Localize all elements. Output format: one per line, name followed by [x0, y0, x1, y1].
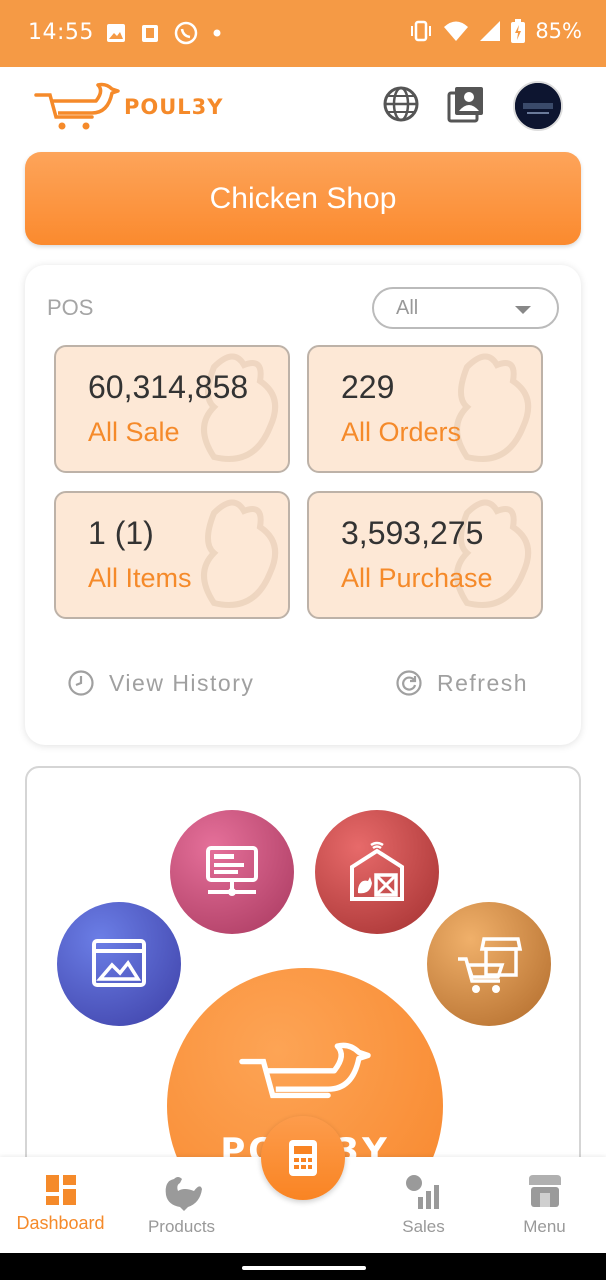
- clipboard-icon: [142, 25, 158, 42]
- pos-filter-value: All: [396, 297, 419, 319]
- stat-card-all-sale[interactable]: 60,314,858 All Sale: [54, 345, 290, 473]
- bird-cart-logo-icon: [34, 82, 120, 130]
- farm-menu-button[interactable]: [315, 810, 439, 934]
- clock-icon: [68, 670, 94, 696]
- stat-value: 1 (1): [88, 515, 154, 551]
- stat-label: All Items: [88, 563, 192, 593]
- view-history-label: View History: [109, 669, 255, 696]
- nav-label: Dashboard: [16, 1213, 105, 1233]
- nav-label: Sales: [402, 1217, 445, 1236]
- dashboard-grid-icon: [45, 1175, 76, 1205]
- shop-title: Chicken Shop: [209, 181, 397, 215]
- stat-value: 229: [341, 369, 395, 405]
- logo-text: POUL3Y: [124, 95, 224, 119]
- chevron-down-icon: [515, 306, 531, 314]
- nav-label: Products: [147, 1217, 216, 1236]
- nav-item-dashboard[interactable]: Dashboard: [0, 1157, 121, 1253]
- market-cart-icon: [458, 937, 523, 993]
- wifi-icon: [444, 21, 469, 41]
- pos-fab-button[interactable]: [261, 1116, 345, 1200]
- system-navigation-bar: [0, 1253, 606, 1280]
- avatar[interactable]: [513, 81, 563, 131]
- whatsapp-icon: [174, 21, 198, 45]
- market-menu-button[interactable]: [427, 902, 551, 1026]
- pos-card: POS All 60,314,858 All Sale 229 All Orde…: [25, 265, 581, 745]
- stat-label: All Purchase: [341, 563, 493, 593]
- stat-label: All Sale: [88, 417, 180, 447]
- pos-label: POS: [47, 295, 94, 320]
- globe-icon[interactable]: [382, 85, 420, 123]
- avatar-image: [515, 83, 561, 129]
- barn-icon: [350, 841, 404, 901]
- home-gesture-handle[interactable]: [242, 1266, 366, 1270]
- stat-card-all-purchase[interactable]: 3,593,275 All Purchase: [307, 491, 543, 619]
- nav-label: Menu: [523, 1217, 566, 1236]
- signal-icon: [480, 21, 501, 41]
- bird-cart-logo-icon: [239, 1042, 371, 1099]
- chicken-watermark-icon: [454, 353, 532, 462]
- pos-terminal-icon: [289, 1140, 317, 1176]
- dot-icon: [213, 29, 221, 37]
- battery-percent: 85%: [535, 19, 582, 43]
- image-icon: [107, 24, 125, 42]
- image-card-icon: [92, 939, 146, 987]
- store-menu-icon: [528, 1175, 561, 1207]
- stat-value: 3,593,275: [341, 515, 484, 551]
- refresh-icon: [396, 670, 422, 696]
- battery-charging-icon: [511, 19, 526, 43]
- app-header: POUL3Y: [0, 67, 606, 147]
- sales-chart-icon: [405, 1175, 439, 1209]
- stat-card-all-items[interactable]: 1 (1) All Items: [54, 491, 290, 619]
- nav-item-products[interactable]: Products: [121, 1157, 242, 1253]
- stat-card-all-orders[interactable]: 229 All Orders: [307, 345, 543, 473]
- chicken-watermark-icon: [201, 499, 279, 608]
- reports-menu-button[interactable]: [57, 902, 181, 1026]
- monitor-network-icon: [206, 846, 258, 896]
- shop-banner[interactable]: Chicken Shop: [25, 152, 581, 245]
- view-history-button[interactable]: View History: [67, 669, 254, 697]
- status-time: 14:55: [28, 20, 94, 45]
- chicken-icon: [165, 1177, 202, 1211]
- refresh-label: Refresh: [437, 669, 529, 696]
- chicken-watermark-icon: [201, 353, 279, 462]
- stat-label: All Orders: [341, 417, 462, 447]
- vibrate-icon: [411, 20, 432, 42]
- nav-item-menu[interactable]: Menu: [484, 1157, 605, 1253]
- pos-filter-select[interactable]: All: [372, 287, 559, 329]
- nav-item-sales[interactable]: Sales: [363, 1157, 484, 1253]
- chicken-watermark-icon: [454, 499, 532, 608]
- pos-system-menu-button[interactable]: [170, 810, 294, 934]
- contacts-book-icon[interactable]: [447, 85, 485, 123]
- status-bar: 14:55 85%: [0, 0, 606, 67]
- stat-value: 60,314,858: [88, 369, 249, 405]
- app-logo[interactable]: POUL3Y: [34, 81, 224, 133]
- refresh-button[interactable]: Refresh: [395, 669, 528, 697]
